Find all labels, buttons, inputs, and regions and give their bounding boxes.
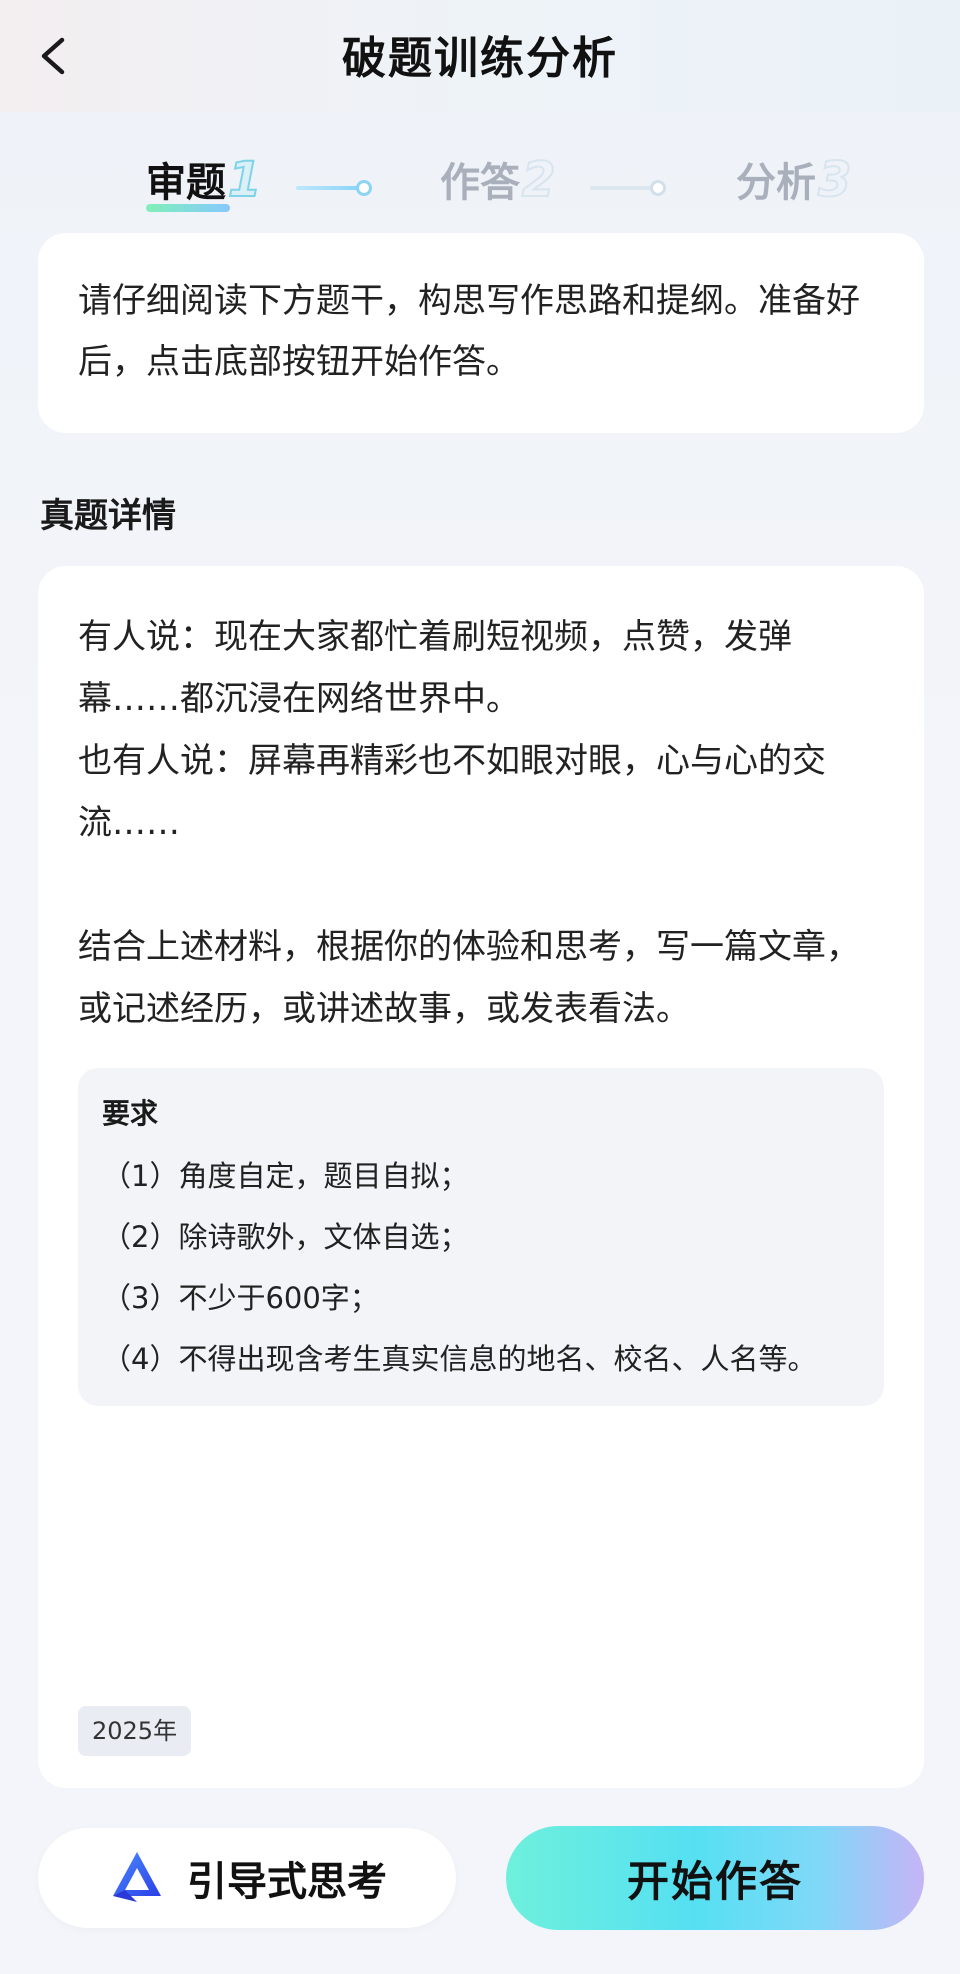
step-review-label: 审题 bbox=[146, 160, 226, 206]
step-analysis-number: 3 bbox=[817, 151, 852, 209]
requirement-item: （3）不少于600字； bbox=[102, 1281, 379, 1315]
page-title: 破题训练分析 bbox=[342, 33, 618, 84]
guided-thinking-button[interactable]: 引导式思考 bbox=[38, 1828, 456, 1928]
page: 破题训练分析 审题1 作答2 分析3 请仔细阅读下方题干，构思写作思路和提纲。准… bbox=[0, 0, 960, 1974]
requirement-item: （1）角度自定，题目自拟； bbox=[102, 1159, 469, 1193]
guided-thinking-label: 引导式思考 bbox=[187, 1859, 387, 1905]
material-line: 有人说：现在大家都忙着刷短视频，点赞，发弹幕……都沉浸在网络世界中。 bbox=[78, 617, 792, 719]
step-review-number: 1 bbox=[227, 151, 262, 209]
step-active-underline bbox=[146, 204, 230, 212]
material-line: 也有人说：屏幕再精彩也不如眼对眼，心与心的交流…… bbox=[78, 741, 826, 843]
writing-prompt: 结合上述材料，根据你的体验和思考，写一篇文章，或记述经历，或讲述故事，或发表看法… bbox=[78, 927, 860, 1029]
instruction-text: 请仔细阅读下方题干，构思写作思路和提纲。准备好后，点击底部按钮开始作答。 bbox=[78, 281, 860, 382]
step-answer-label: 作答 bbox=[440, 160, 520, 206]
start-answer-button[interactable]: 开始作答 bbox=[506, 1826, 924, 1930]
step-indicator: 审题1 作答2 分析3 bbox=[0, 140, 960, 220]
instruction-card: 请仔细阅读下方题干，构思写作思路和提纲。准备好后，点击底部按钮开始作答。 bbox=[38, 233, 924, 433]
step-answer: 作答2 bbox=[440, 150, 556, 209]
section-title: 真题详情 bbox=[40, 496, 176, 536]
requirements-box: 要求 （1）角度自定，题目自拟； （2）除诗歌外，文体自选； （3）不少于600… bbox=[78, 1068, 884, 1406]
requirement-item: （4）不得出现含考生真实信息的地名、校名、人名等。 bbox=[102, 1342, 817, 1376]
year-badge: 2025年 bbox=[78, 1706, 192, 1756]
requirements-title: 要求 bbox=[102, 1097, 159, 1130]
material-text: 有人说：现在大家都忙着刷短视频，点赞，发弹幕……都沉浸在网络世界中。 也有人说：… bbox=[78, 606, 884, 1040]
step-analysis-label: 分析 bbox=[736, 160, 816, 206]
step-answer-number: 2 bbox=[521, 151, 556, 209]
question-detail-card[interactable]: 有人说：现在大家都忙着刷短视频，点赞，发弹幕……都沉浸在网络世界中。 也有人说：… bbox=[38, 566, 924, 1788]
header: 破题训练分析 bbox=[0, 0, 960, 112]
step-review: 审题1 bbox=[146, 150, 262, 212]
step-analysis: 分析3 bbox=[736, 150, 852, 209]
guide-logo-icon bbox=[113, 1852, 161, 1902]
start-answer-label: 开始作答 bbox=[626, 1856, 803, 1906]
requirement-item: （2）除诗歌外，文体自选； bbox=[102, 1220, 469, 1254]
